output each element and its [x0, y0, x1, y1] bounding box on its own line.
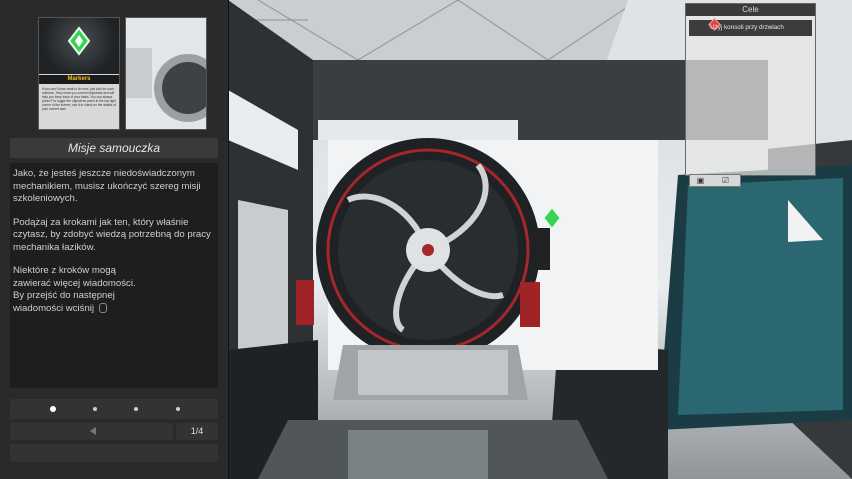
- page-dots: [10, 399, 218, 419]
- marker-icon: [67, 26, 91, 56]
- tutorial-panel: Markers If you don't know what to do nex…: [0, 0, 229, 479]
- tutorial-title-bar: Misje samouczka: [10, 138, 218, 158]
- objectives-header: Cele: [686, 4, 815, 16]
- tutorial-footer-bar[interactable]: [10, 444, 218, 462]
- objectives-panel: Cele Użyj konsoli przy drzwiach: [685, 3, 816, 176]
- tutorial-thumbnail-screenshot: [125, 17, 207, 130]
- tutorial-navigation: 1/4: [10, 423, 218, 440]
- previous-page-button[interactable]: [10, 423, 173, 440]
- checkbox-icon[interactable]: ☑: [721, 176, 730, 185]
- thumbnail-title: Markers: [39, 75, 119, 84]
- objective-item[interactable]: Użyj konsoli przy drzwiach: [689, 18, 812, 36]
- mouse-button-icon: [98, 302, 107, 313]
- book-icon[interactable]: ▣: [696, 176, 705, 185]
- thumbnail-text: If you don't know what to do next, just …: [42, 87, 116, 111]
- page-dot-3[interactable]: [134, 407, 138, 411]
- tutorial-title: Misje samouczka: [67, 141, 161, 155]
- tutorial-paragraph-3: Niektóre z kroków mogą zawierać więcej w…: [13, 265, 136, 314]
- objectives-tabs: ▣ ☑: [689, 174, 741, 187]
- tutorial-paragraph-2: Podążaj za krokami jak ten, który właśni…: [13, 216, 211, 253]
- tutorial-paragraph-1: Jako, że jesteś jeszcze niedoświadczonym…: [13, 168, 201, 204]
- page-dot-4[interactable]: [176, 407, 180, 411]
- objective-label: Użyj konsoli przy drzwiach: [710, 24, 784, 31]
- page-indicator: 1/4: [176, 423, 218, 440]
- thumbnail-corridor-image: [126, 18, 206, 129]
- page-dot-1[interactable]: [50, 406, 56, 412]
- arrow-left-icon: [90, 427, 96, 435]
- tutorial-thumbnail-markers: Markers If you don't know what to do nex…: [38, 17, 120, 130]
- tutorial-body: Jako, że jesteś jeszcze niedoświadczonym…: [10, 163, 218, 388]
- page-dot-2[interactable]: [93, 407, 97, 411]
